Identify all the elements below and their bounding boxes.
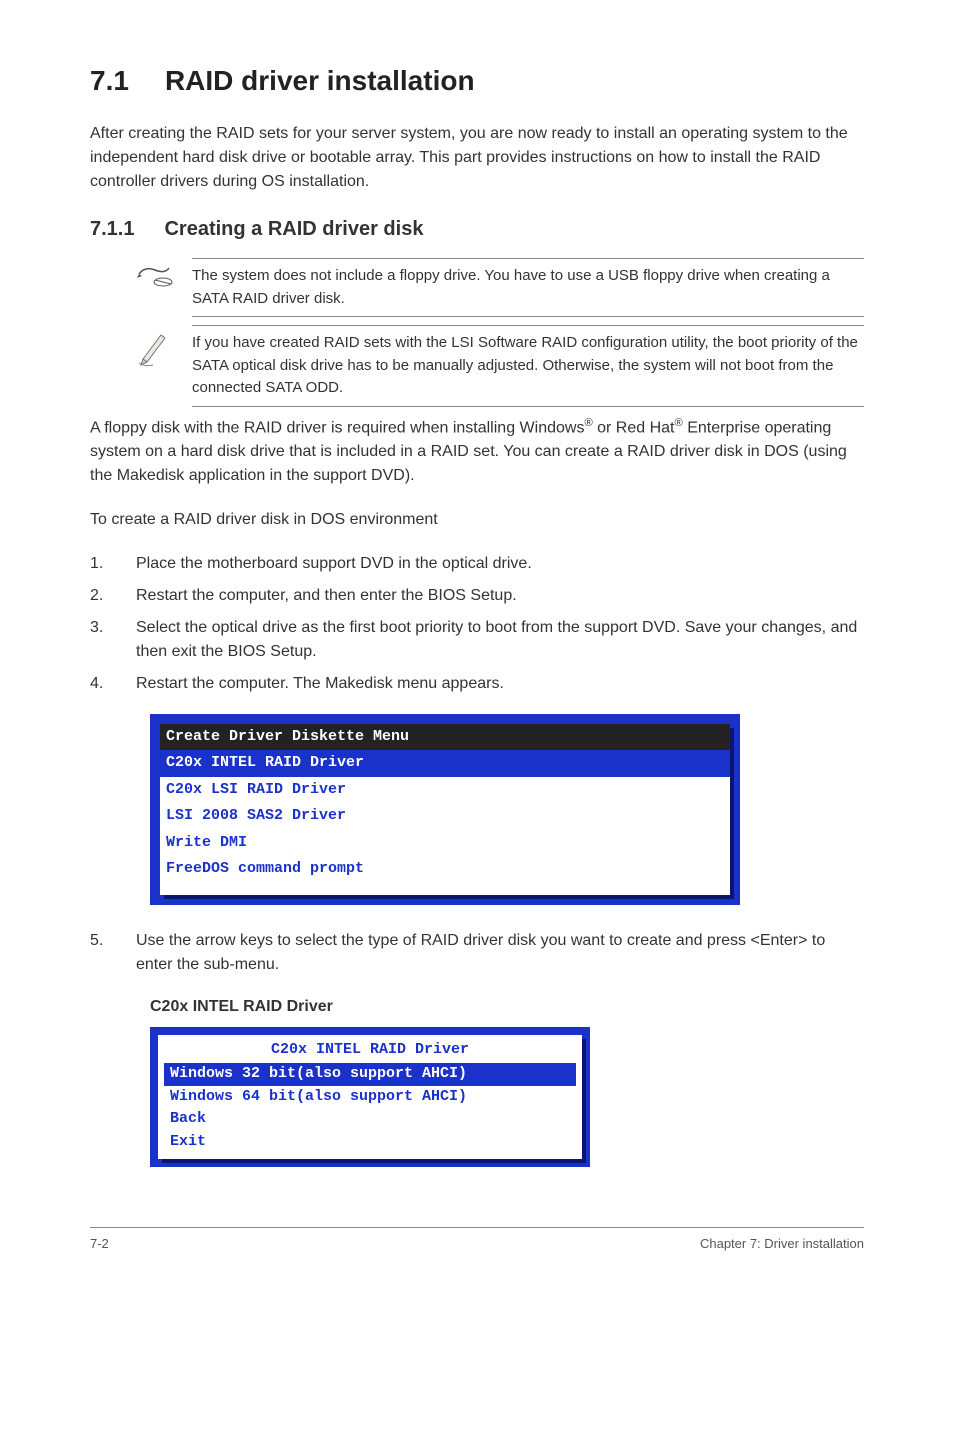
intro-paragraph: After creating the RAID sets for your se…: [90, 122, 864, 194]
section-heading: 7.1 RAID driver installation: [90, 60, 864, 102]
note-text: The system does not include a floppy dri…: [192, 258, 864, 317]
step-list: 1.Place the motherboard support DVD in t…: [90, 552, 864, 696]
chapter-label: Chapter 7: Driver installation: [700, 1234, 864, 1254]
note-box: If you have created RAID sets with the L…: [90, 325, 864, 407]
console-screenshot: C20x INTEL RAID Driver Windows 32 bit(al…: [150, 1027, 590, 1168]
console-item: Back: [164, 1108, 576, 1131]
console-item: Windows 64 bit(also support AHCI): [164, 1086, 576, 1109]
list-item: 1.Place the motherboard support DVD in t…: [90, 552, 864, 576]
note-box: The system does not include a floppy dri…: [90, 258, 864, 317]
subsection-title: Creating a RAID driver disk: [164, 218, 423, 240]
console-selected-item: C20x INTEL RAID Driver: [160, 750, 730, 777]
console-title: Create Driver Diskette Menu: [160, 724, 730, 751]
console-item: FreeDOS command prompt: [160, 856, 730, 883]
list-item: 2.Restart the computer, and then enter t…: [90, 584, 864, 608]
section-number: 7.1: [90, 65, 129, 96]
pencil-icon: [130, 325, 178, 367]
console-item: Write DMI: [160, 830, 730, 857]
section-title: RAID driver installation: [165, 65, 475, 96]
list-item: 3.Select the optical drive as the first …: [90, 616, 864, 664]
console-item: C20x LSI RAID Driver: [160, 777, 730, 804]
page-number: 7-2: [90, 1234, 109, 1254]
body-paragraph: A floppy disk with the RAID driver is re…: [90, 415, 864, 488]
console-screenshot: Create Driver Diskette Menu C20x INTEL R…: [150, 714, 740, 905]
subsection-heading: 7.1.1 Creating a RAID driver disk: [90, 214, 864, 244]
console-title: C20x INTEL RAID Driver: [160, 1039, 580, 1064]
page-footer: 7-2 Chapter 7: Driver installation: [90, 1227, 864, 1254]
note-text: If you have created RAID sets with the L…: [192, 325, 864, 407]
console-item: LSI 2008 SAS2 Driver: [160, 803, 730, 830]
note-icon: [130, 258, 178, 290]
body-paragraph: To create a RAID driver disk in DOS envi…: [90, 508, 864, 532]
list-item: 5.Use the arrow keys to select the type …: [90, 929, 864, 977]
console-item: Exit: [164, 1131, 576, 1154]
subsection-number: 7.1.1: [90, 218, 134, 240]
step-list: 5.Use the arrow keys to select the type …: [90, 929, 864, 977]
console-selected-item: Windows 32 bit(also support AHCI): [164, 1063, 576, 1086]
submenu-label: C20x INTEL RAID Driver: [150, 995, 864, 1019]
list-item: 4.Restart the computer. The Makedisk men…: [90, 672, 864, 696]
